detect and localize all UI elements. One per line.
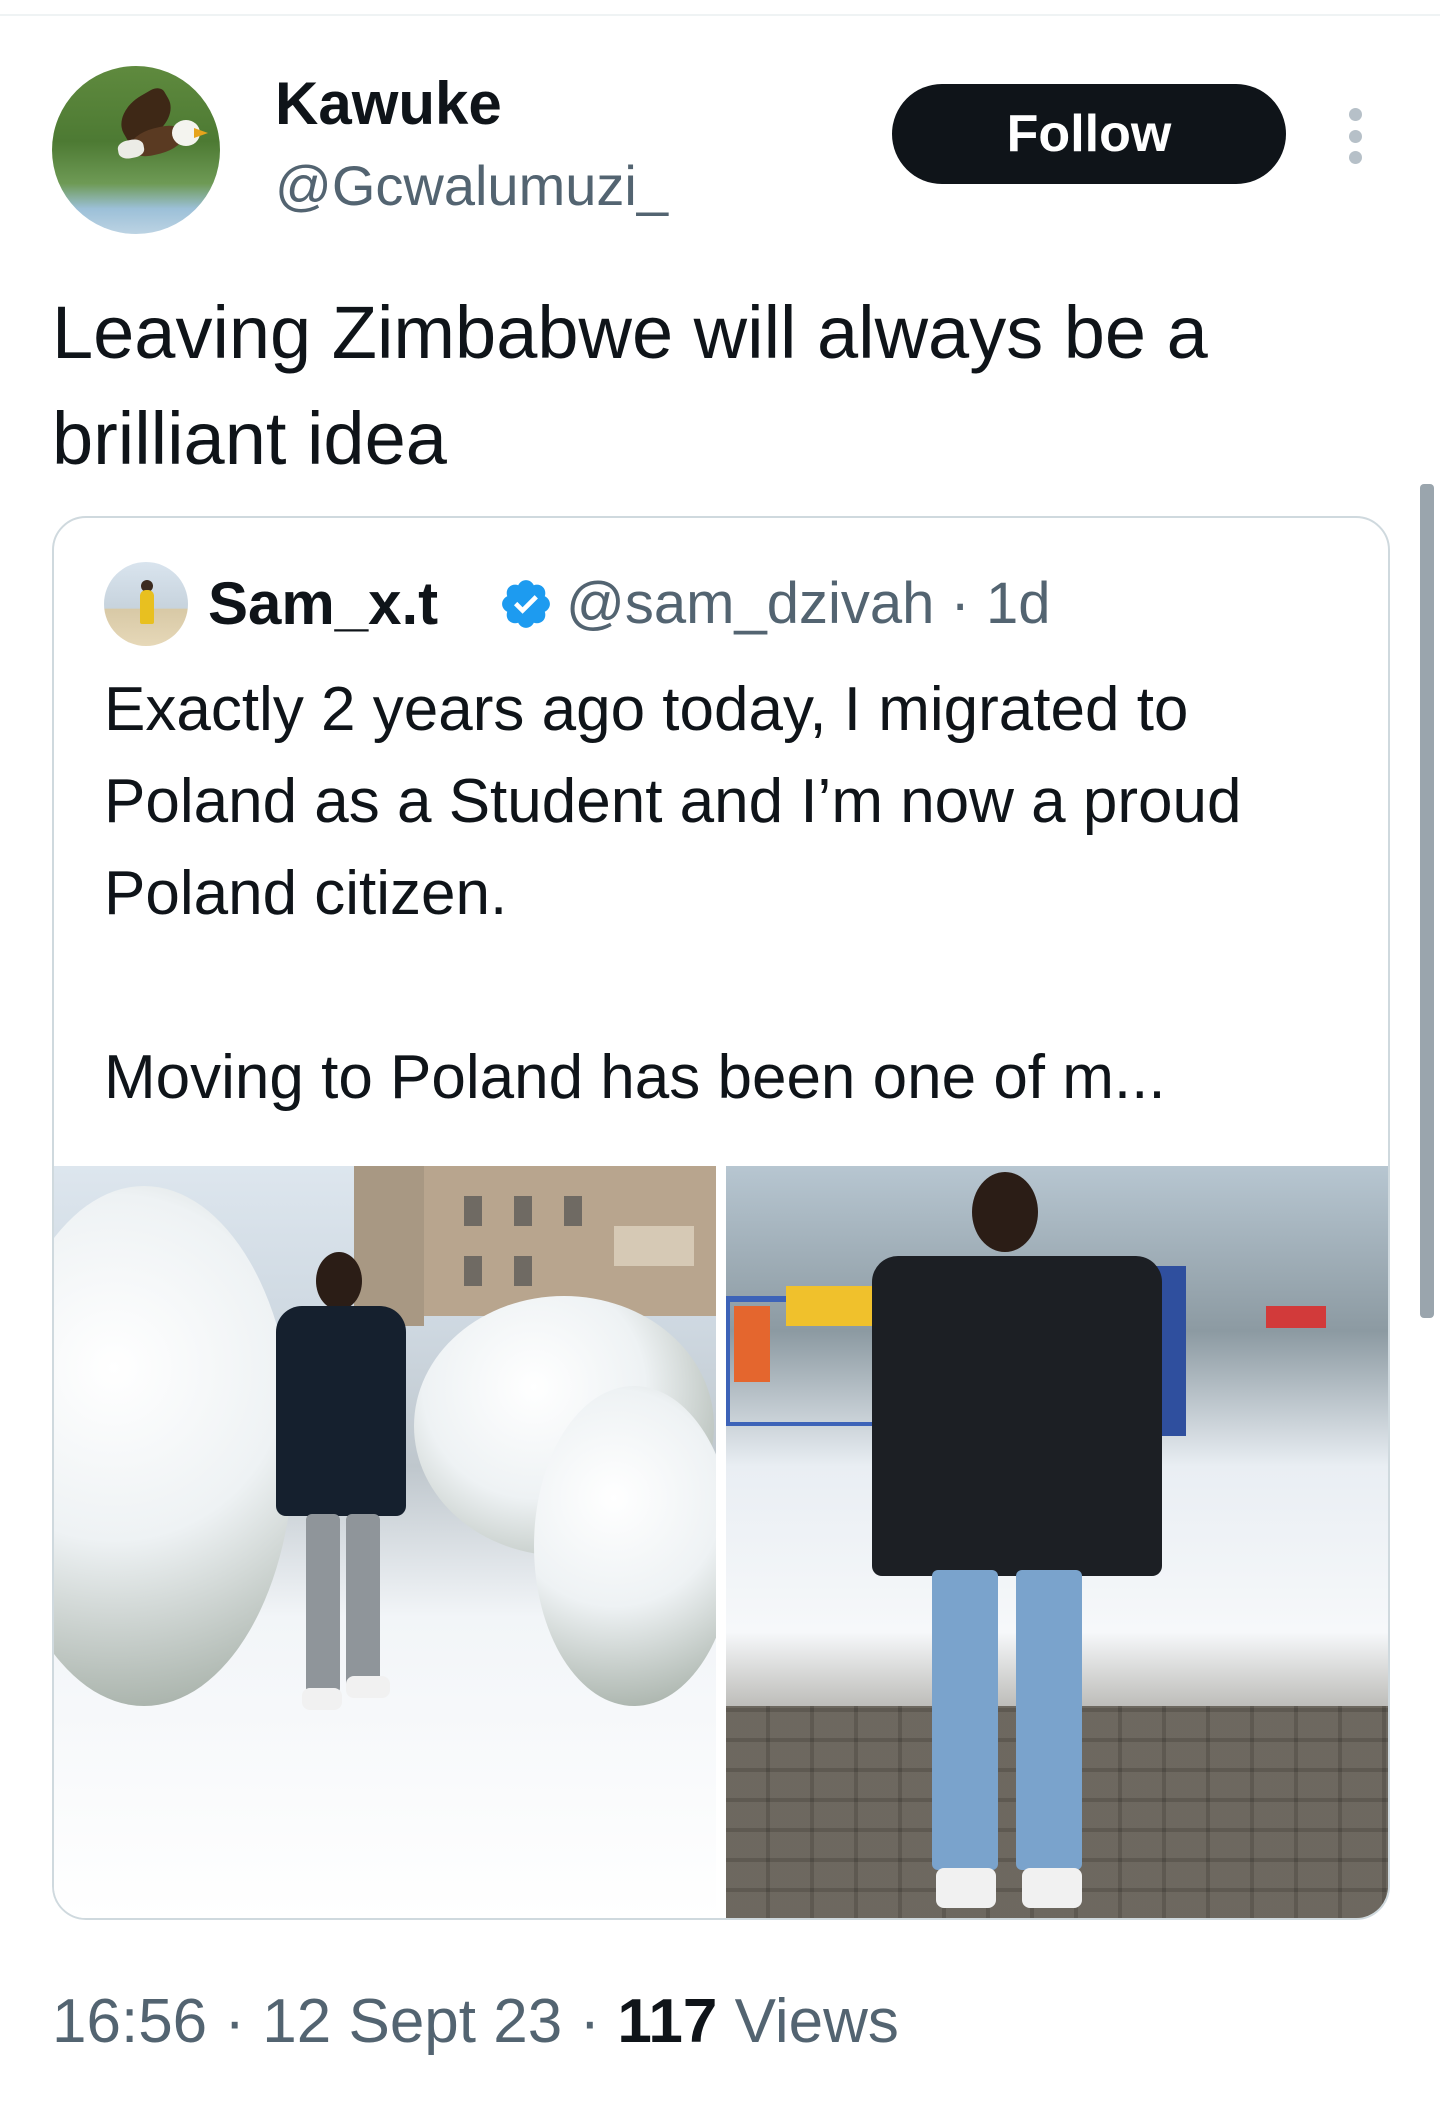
quoted-author-name[interactable]: Sam_x.t xyxy=(208,566,438,642)
views-count[interactable]: 117 xyxy=(617,1987,717,2056)
meta-separator: · xyxy=(579,1987,601,2056)
tweet-time[interactable]: 16:56 xyxy=(52,1987,207,2056)
quoted-text-paragraph-2: Moving to Poland has been one of m... xyxy=(104,1043,1166,1112)
tweet-meta: 16:56 · 12 Sept 23 · 117 Views xyxy=(52,1982,899,2062)
author-handle[interactable]: @Gcwalumuzi_ xyxy=(275,150,668,222)
scrollbar[interactable] xyxy=(1420,484,1434,1318)
meta-separator: · xyxy=(950,571,970,636)
quoted-author-handle[interactable]: @sam_dzivah xyxy=(566,571,934,636)
quoted-text-paragraph-1: Exactly 2 years ago today, I migrated to… xyxy=(104,675,1242,928)
more-vertical-icon[interactable] xyxy=(1340,108,1370,164)
author-avatar[interactable] xyxy=(52,66,220,234)
quoted-tweet-age: 1d xyxy=(985,571,1051,636)
quoted-tweet-card[interactable]: Sam_x.t @sam_dzivah · 1d Exactly 2 years… xyxy=(52,516,1390,1920)
author-name[interactable]: Kawuke xyxy=(275,66,502,142)
verified-badge-icon xyxy=(502,580,550,628)
quoted-author-avatar[interactable] xyxy=(104,562,188,646)
photo-paved-courtyard[interactable] xyxy=(726,1166,1388,1918)
views-label[interactable]: Views xyxy=(735,1987,899,2056)
tweet-date[interactable]: 12 Sept 23 xyxy=(262,1987,562,2056)
tweet-text: Leaving Zimbabwe will always be a brilli… xyxy=(52,291,1208,480)
top-divider xyxy=(0,14,1440,16)
follow-button[interactable]: Follow xyxy=(892,84,1286,184)
photo-snowy-path[interactable] xyxy=(54,1166,716,1918)
meta-separator: · xyxy=(224,1987,246,2056)
quoted-tweet-text: Exactly 2 years ago today, I migrated to… xyxy=(104,664,1364,1124)
quoted-author-meta[interactable]: @sam_dzivah · 1d xyxy=(566,566,1050,642)
